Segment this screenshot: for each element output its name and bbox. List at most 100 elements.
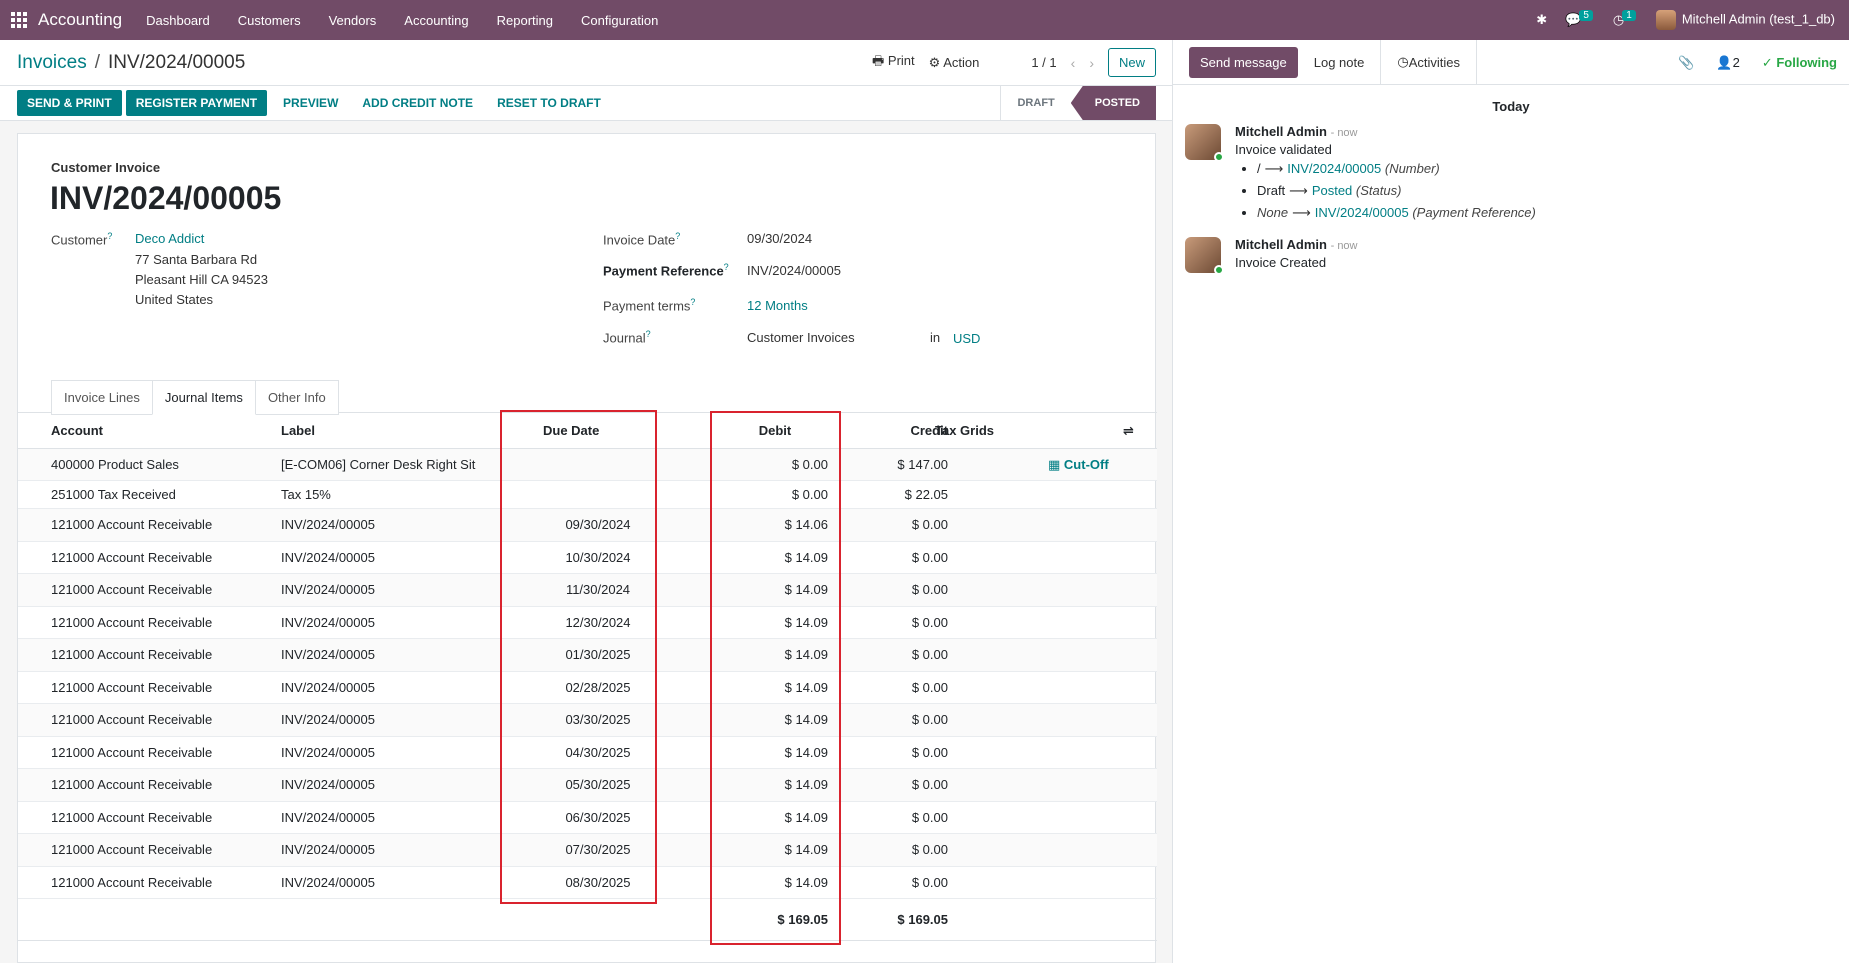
action-button[interactable]: ⚙ Action (929, 55, 980, 71)
table-row[interactable]: 121000 Account Receivable INV/2024/00005 0… (18, 867, 1157, 899)
message-author[interactable]: Mitchell Admin (1235, 237, 1327, 252)
breadcrumb-separator: / (94, 51, 100, 73)
notebook-tabs: Invoice Lines Journal Items Other Info (51, 380, 339, 415)
menu-customers[interactable]: Customers (238, 13, 301, 28)
cutoff-button[interactable]: ▦ Cut-Off (1048, 457, 1109, 473)
table-row[interactable]: 400000 Product Sales [E-COM06] Corner Des… (18, 449, 1157, 481)
author-avatar[interactable] (1185, 237, 1224, 275)
cell-account: 121000 Account Receivable (51, 809, 213, 825)
menu-dashboard[interactable]: Dashboard (146, 13, 210, 28)
cell-account: 121000 Account Receivable (51, 744, 213, 760)
author-avatar[interactable] (1185, 124, 1224, 162)
chevron-left-icon[interactable]: ‹ (1071, 55, 1076, 71)
clock-icon[interactable]: ◷ 1 (1613, 10, 1638, 28)
journal-value[interactable]: Customer Invoices (747, 330, 855, 345)
user-menu[interactable]: Mitchell Admin (test_1_db) (1655, 10, 1835, 30)
chat-icon[interactable]: 💬 5 (1565, 10, 1595, 28)
send-print-button[interactable]: SEND & PRINT (17, 90, 122, 116)
menu-vendors[interactable]: Vendors (329, 13, 377, 28)
header-due-date[interactable]: Due Date (543, 423, 653, 438)
cell-debit: $ 0.00 (791, 487, 828, 502)
menu-accounting[interactable]: Accounting (404, 13, 468, 28)
status-draft[interactable]: DRAFT (1000, 86, 1070, 120)
cell-due-date: 12/30/2024 (565, 614, 631, 630)
table-row[interactable]: 251000 Tax Received Tax 15% $ 0.00 $ 22.05 (18, 481, 1157, 509)
table-row[interactable]: 121000 Account Receivable INV/2024/00005 0… (18, 639, 1157, 672)
help-icon: ? (690, 297, 696, 307)
preview-button[interactable]: PREVIEW (271, 90, 350, 116)
header-account[interactable]: Account (51, 423, 103, 438)
bug-icon[interactable]: ✱ (1536, 12, 1547, 28)
cell-due-date: 07/30/2025 (565, 842, 631, 858)
new-button[interactable]: New (1107, 48, 1156, 77)
app-brand[interactable]: Accounting (38, 10, 122, 30)
header-debit[interactable]: Debit (730, 423, 820, 438)
cell-label: INV/2024/00005 (281, 744, 375, 760)
customer-name[interactable]: Deco Addict (135, 231, 204, 246)
table-header: Account Label Due Date Debit Credit Tax … (18, 413, 1157, 449)
table-row[interactable]: 121000 Account Receivable INV/2024/00005 0… (18, 802, 1157, 834)
cell-account: 121000 Account Receivable (51, 777, 213, 793)
column-options-icon[interactable]: ⇌ (1123, 423, 1134, 439)
cell-credit: $ 0.00 (911, 517, 948, 533)
address-line1: 77 Santa Barbara Rd (135, 252, 258, 267)
invoice-date-value[interactable]: 09/30/2024 (747, 231, 812, 246)
tab-other-info[interactable]: Other Info (254, 380, 339, 415)
online-status-icon (1214, 265, 1224, 275)
menu-reporting[interactable]: Reporting (497, 13, 553, 28)
table-row[interactable]: 121000 Account Receivable INV/2024/00005 1… (18, 542, 1157, 574)
message-author[interactable]: Mitchell Admin (1235, 124, 1327, 139)
chevron-right-icon[interactable]: › (1089, 55, 1094, 71)
activities-button[interactable]: ◷ Activities (1381, 39, 1477, 85)
table-row[interactable]: 121000 Account Receivable INV/2024/00005 1… (18, 607, 1157, 639)
cell-label: INV/2024/00005 (281, 647, 375, 663)
message-time: - now (1330, 127, 1358, 139)
send-message-button[interactable]: Send message (1189, 46, 1298, 78)
table-row[interactable]: 121000 Account Receivable INV/2024/00005 1… (18, 574, 1157, 607)
menu-configuration[interactable]: Configuration (581, 13, 658, 28)
table-row[interactable]: 121000 Account Receivable INV/2024/00005 0… (18, 737, 1157, 769)
header-label[interactable]: Label (281, 423, 315, 438)
apps-menu-icon[interactable] (0, 0, 38, 40)
cell-debit: $ 14.09 (784, 679, 828, 695)
cell-label: INV/2024/00005 (281, 679, 375, 695)
cell-account: 121000 Account Receivable (51, 549, 213, 565)
header-tax-grids[interactable]: Tax Grids (935, 423, 994, 438)
cell-due-date: 09/30/2024 (565, 517, 631, 533)
paperclip-icon[interactable]: 📎 (1678, 55, 1694, 71)
table-row[interactable]: 121000 Account Receivable INV/2024/00005 0… (18, 672, 1157, 704)
tab-invoice-lines[interactable]: Invoice Lines (51, 380, 153, 415)
register-payment-button[interactable]: REGISTER PAYMENT (125, 90, 268, 116)
chat-badge: 5 (1579, 10, 1593, 21)
gear-icon: ⚙ (928, 54, 944, 70)
table-row[interactable]: 121000 Account Receivable INV/2024/00005 0… (18, 769, 1157, 802)
pager-value[interactable]: 1 / 1 (1031, 55, 1056, 70)
followers-button[interactable]: 👤2 (1716, 55, 1739, 71)
payment-reference-value[interactable]: INV/2024/00005 (747, 263, 841, 278)
breadcrumb-invoices[interactable]: Invoices (17, 52, 87, 74)
action-bar: SEND & PRINT REGISTER PAYMENT PREVIEW AD… (0, 85, 1172, 121)
cell-account: 121000 Account Receivable (51, 712, 213, 728)
reset-to-draft-button[interactable]: RESET TO DRAFT (485, 90, 613, 116)
status-bar: DRAFT POSTED (1000, 86, 1156, 120)
cell-due-date: 05/30/2025 (565, 777, 631, 793)
log-note-button[interactable]: Log note (1298, 39, 1382, 85)
cell-credit: $ 0.00 (911, 549, 948, 565)
table-row[interactable]: 121000 Account Receivable INV/2024/00005 0… (18, 704, 1157, 737)
online-status-icon (1214, 152, 1224, 162)
currency-value[interactable]: USD (953, 331, 980, 346)
table-row[interactable]: 121000 Account Receivable INV/2024/00005 0… (18, 509, 1157, 542)
header-credit[interactable]: Credit (838, 423, 948, 438)
tab-journal-items[interactable]: Journal Items (151, 380, 256, 415)
cell-debit: $ 14.09 (784, 842, 828, 858)
print-button[interactable]: 🖶 Print (872, 52, 915, 74)
print-icon: 🖶 (872, 52, 888, 68)
arrow-right-icon: ⟶ (1289, 183, 1308, 198)
cell-label: INV/2024/00005 (281, 809, 375, 825)
cell-debit: $ 14.09 (784, 647, 828, 663)
payment-terms-value[interactable]: 12 Months (747, 298, 808, 313)
following-button[interactable]: ✓ Following (1762, 55, 1837, 71)
invoice-sheet: Customer Invoice INV/2024/00005 Customer… (17, 133, 1157, 963)
table-row[interactable]: 121000 Account Receivable INV/2024/00005 0… (18, 834, 1157, 867)
add-credit-note-button[interactable]: ADD CREDIT NOTE (350, 90, 485, 116)
